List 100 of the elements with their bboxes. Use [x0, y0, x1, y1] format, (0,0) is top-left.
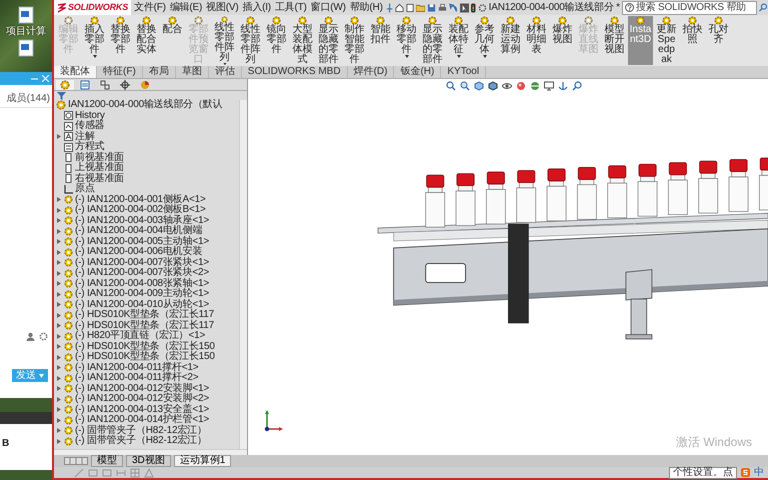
tree-item[interactable]: (-) IAN1200-004-008张紧轴<1> [75, 278, 209, 289]
toolbar-button[interactable]: 线性零部件阵列 [212, 16, 237, 65]
tree-item[interactable]: (-) IAN1200-004-012安装脚<1> [75, 384, 209, 394]
panel-tab[interactable] [56, 80, 74, 90]
printer-icon[interactable] [438, 2, 448, 12]
tree-item[interactable]: (-) IAN1200-004-006电机安装 [75, 247, 202, 258]
cube-icon[interactable] [474, 81, 484, 91]
tree-item[interactable]: (-) IAN1200-004-003轴承座<1> [75, 216, 209, 226]
toolbar-button[interactable]: 拍快照 [680, 16, 705, 65]
expand-arrow-icon[interactable] [57, 134, 61, 140]
tree-item[interactable]: (-) IAN1200-004-010从动轮<1> [75, 300, 209, 310]
scrollbar[interactable] [239, 100, 247, 449]
command-tab[interactable]: 特征(F) [97, 66, 143, 78]
new-document-icon[interactable] [406, 2, 414, 12]
tree-item[interactable]: 注解 [75, 132, 95, 142]
tree-item[interactable]: (-) HDS010K型垫条（宏江长117 [75, 310, 214, 320]
traffic-light-icon[interactable] [471, 2, 476, 12]
eye-icon[interactable] [502, 81, 512, 91]
menu-item[interactable]: 窗口(W) [310, 2, 347, 13]
save-icon[interactable] [427, 2, 436, 12]
tree-item[interactable]: (-) IAN1200-004-014护栏管<1> [75, 415, 209, 426]
tree-item[interactable]: (-) IAN1200-004-002侧板B<1> [75, 205, 206, 216]
tree-item[interactable]: 右视基准面 [75, 174, 124, 184]
menu-item[interactable]: 视图(V) [205, 2, 240, 13]
zoom-icon[interactable] [446, 81, 456, 91]
expand-arrow-icon[interactable] [57, 407, 61, 412]
anchor-icon[interactable] [558, 81, 568, 91]
monitor-icon[interactable] [544, 81, 554, 91]
expand-arrow-icon[interactable] [57, 312, 61, 318]
toolbar-button[interactable]: 模型断开视图 [602, 16, 627, 65]
scrollbar[interactable] [54, 449, 247, 455]
menu-item[interactable]: 工具(T) [274, 2, 308, 13]
menu-item[interactable]: 插入(I) [241, 2, 272, 13]
grid-icon[interactable] [64, 457, 88, 465]
toolbar-button[interactable]: 替换零部件 [108, 16, 133, 65]
expand-arrow-icon[interactable] [57, 354, 61, 360]
command-tab[interactable]: SOLIDWORKS MBD [242, 66, 348, 78]
zoom-icon[interactable] [460, 81, 470, 91]
tree-item[interactable]: 传感器 [75, 121, 104, 132]
expand-arrow-icon[interactable] [57, 228, 61, 234]
toolbar-button[interactable]: 材料明细表 [524, 16, 549, 65]
tree-item[interactable]: (-) 固带管夹子（H82-12宏江） [75, 426, 207, 436]
tree-item[interactable]: (-) IAN1200-004-012安装脚<2> [75, 394, 209, 404]
expand-arrow-icon[interactable] [57, 418, 61, 423]
toolbar-button[interactable]: 显示隐藏的零部件 [316, 16, 341, 65]
folder-icon[interactable] [416, 2, 426, 12]
expand-arrow-icon[interactable] [57, 208, 61, 213]
input-method-indicator[interactable]: 中 [754, 468, 764, 478]
sphere-icon[interactable] [516, 81, 526, 91]
view-tab[interactable]: 模型 [91, 455, 123, 467]
tree-item[interactable]: (-) 固带管夹子（H82-12宏江） [75, 436, 207, 446]
tree-item[interactable]: (-) IAN1200-004-001侧板A<1> [75, 194, 206, 205]
toolbar-button[interactable]: 爆炸视图 [550, 16, 575, 65]
expand-arrow-icon[interactable] [57, 260, 61, 266]
tree-item[interactable]: (-) IAN1200-004-004电机侧端 [75, 226, 202, 236]
view-tab[interactable]: 运动算例1 [174, 455, 232, 467]
search-icon[interactable] [758, 3, 767, 12]
tree-item[interactable]: (-) IAN1200-004-011撑杆<1> [75, 362, 198, 373]
expand-arrow-icon[interactable] [57, 334, 61, 339]
expand-arrow-icon[interactable] [57, 250, 61, 255]
tree-item[interactable]: 前视基准面 [75, 152, 124, 163]
undo-icon[interactable] [449, 2, 458, 12]
toolbar-button[interactable]: 智能扣件 [368, 16, 393, 65]
search-field[interactable]: 搜索 SOLIDWORKS 帮助 [622, 0, 757, 14]
menu-item[interactable]: 帮助(H) [348, 2, 384, 13]
tree-item[interactable]: (-) IAN1200-004-013安全盖<1> [75, 404, 209, 415]
tree-item[interactable]: (-) IAN1200-004-007张紧块<2> [75, 268, 209, 278]
expand-arrow-icon[interactable] [57, 302, 61, 308]
toolbar-button[interactable]: 配合 [160, 16, 185, 65]
command-tab[interactable]: 钣金(H) [394, 66, 442, 78]
tree-item[interactable]: (-) IAN1200-004-011撑杆<2> [75, 373, 198, 384]
app-icon[interactable] [741, 468, 750, 477]
expand-arrow-icon[interactable] [57, 218, 61, 224]
command-tab[interactable]: 草图 [176, 66, 209, 78]
cube-icon[interactable] [488, 81, 498, 91]
toolbar-button[interactable]: 移动零部件 [394, 16, 419, 65]
toolbar-button[interactable]: 参考几何体 [472, 16, 497, 65]
menu-item[interactable]: 文件(F) [133, 2, 167, 13]
tree-item[interactable]: History [75, 110, 105, 121]
expand-arrow-icon[interactable] [57, 323, 61, 328]
toolbar-button[interactable]: 替换配合实体 [134, 16, 159, 65]
expand-arrow-icon[interactable] [57, 428, 61, 434]
command-tab[interactable]: 焊件(D) [348, 66, 394, 78]
tree-item[interactable]: 方程式 [75, 142, 104, 152]
tree-item[interactable]: (-) IAN1200-004-005主动轴<1> [75, 236, 209, 247]
expand-arrow-icon[interactable] [57, 376, 61, 381]
toolbar-button[interactable]: 线性零部件阵列 [238, 16, 263, 65]
zoom-icon[interactable] [572, 81, 582, 91]
tree-item[interactable]: (-) HDS010K型垫条（宏江长150 [75, 352, 215, 362]
person-icon[interactable] [26, 332, 35, 341]
tree-item[interactable]: (-) IAN1200-004-009主动轮<1> [75, 289, 209, 300]
expand-arrow-icon[interactable] [57, 292, 61, 297]
tree-item[interactable]: (-) HDS010K型垫条（宏江长117 [75, 320, 214, 331]
expand-arrow-icon[interactable] [57, 281, 61, 286]
expand-arrow-icon[interactable] [57, 386, 61, 392]
home-icon[interactable] [394, 2, 404, 12]
toolbar-button[interactable]: 新建运动算例 [498, 16, 523, 65]
expand-arrow-icon[interactable] [57, 344, 61, 350]
filter-icon[interactable] [57, 92, 66, 100]
toolbar-button[interactable]: 插入零部件 [82, 16, 107, 65]
